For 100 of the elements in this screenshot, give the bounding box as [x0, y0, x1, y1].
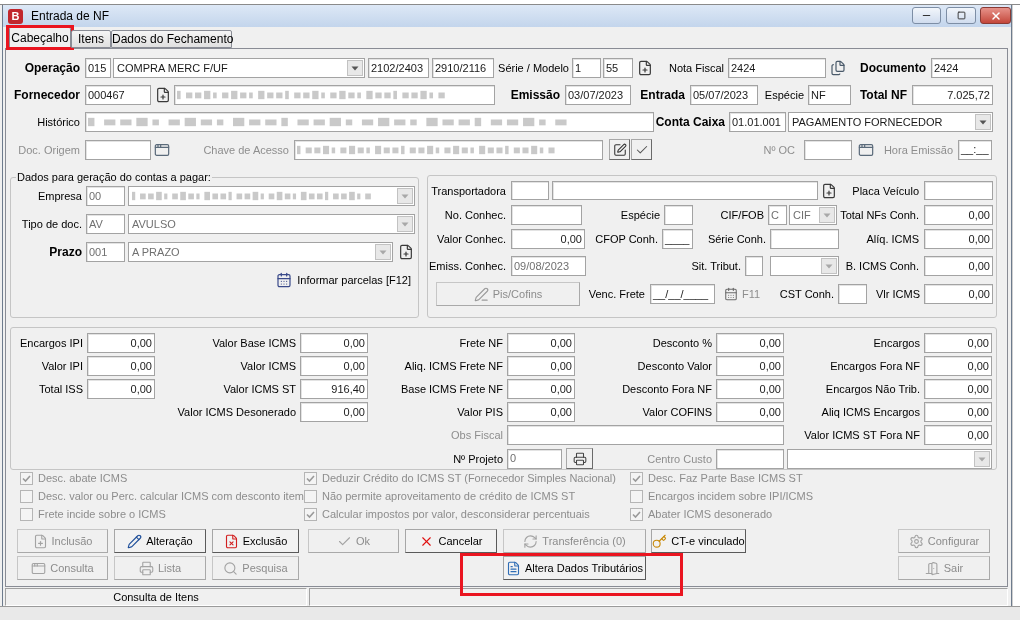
- input-field[interactable]: 05/07/2023: [690, 85, 758, 105]
- input-field[interactable]: [507, 425, 784, 445]
- calendar-icon[interactable]: [724, 287, 738, 301]
- form-button[interactable]: Altera Dados Tributários: [503, 556, 646, 580]
- input-field[interactable]: 0,00: [924, 256, 993, 276]
- input-field[interactable]: 2424: [728, 58, 826, 78]
- file-plus-icon[interactable]: [637, 60, 653, 76]
- input-field[interactable]: 2910/2116: [432, 58, 494, 78]
- input-field[interactable]: 000467: [85, 85, 151, 105]
- field-label: Total NF: [859, 88, 907, 102]
- file-plus-icon[interactable]: [155, 87, 171, 103]
- input-field[interactable]: 0,00: [716, 379, 784, 399]
- input-field[interactable]: 0,00: [87, 356, 155, 376]
- tab[interactable]: Itens: [71, 30, 111, 48]
- input-field[interactable]: 0,00: [924, 229, 993, 249]
- input-field[interactable]: 916,40: [300, 379, 368, 399]
- input-field[interactable]: 0,00: [87, 333, 155, 353]
- input-field[interactable]: [552, 181, 818, 200]
- input-field[interactable]: 0,00: [87, 379, 155, 399]
- field-label: Encargos Fora NF: [830, 359, 920, 373]
- confirm-button[interactable]: [631, 139, 652, 160]
- input-field[interactable]: 0,00: [924, 284, 993, 304]
- input-field[interactable]: [664, 205, 693, 225]
- field-label: Valor Base ICMS: [212, 336, 296, 350]
- input-field[interactable]: 2102/2403: [368, 58, 429, 78]
- input-field[interactable]: 0,00: [300, 333, 368, 353]
- dropdown-field[interactable]: COMPRA MERC F/UF: [113, 58, 365, 78]
- maximize-button[interactable]: [946, 7, 976, 24]
- input-field[interactable]: 0,00: [300, 356, 368, 376]
- input-field[interactable]: 0,00: [924, 205, 993, 225]
- input-field[interactable]: 0,00: [507, 379, 575, 399]
- input-field[interactable]: [511, 205, 582, 225]
- dropdown-field[interactable]: PAGAMENTO FORNECEDOR: [788, 112, 993, 132]
- input-field[interactable]: 0,00: [300, 402, 368, 422]
- maximize-icon: [956, 11, 966, 20]
- input-field[interactable]: [85, 139, 151, 160]
- input-field[interactable]: [804, 139, 852, 160]
- checkbox-label: Calcular impostos por valor, desconsiderar percentuais: [322, 506, 590, 522]
- dropdown-field[interactable]: [787, 448, 992, 469]
- window-icon[interactable]: [154, 141, 170, 158]
- input-field[interactable]: 0,00: [924, 402, 992, 422]
- input-field[interactable]: 0,00: [924, 356, 992, 376]
- files-icon[interactable]: [830, 60, 846, 76]
- input-field[interactable]: 1: [572, 58, 601, 78]
- input-field[interactable]: NF: [808, 85, 851, 105]
- field-label: Encargos IPI: [20, 336, 83, 350]
- form-button[interactable]: Alteração: [114, 529, 206, 553]
- input-field[interactable]: 01.01.001: [729, 112, 786, 132]
- minimize-button[interactable]: [912, 7, 941, 24]
- checkbox-label: Desc. valor ou Perc. calcular ICMS com desconto item: [38, 488, 304, 504]
- input-field[interactable]: [294, 139, 603, 160]
- window-icon[interactable]: [858, 141, 874, 158]
- input-field[interactable]: [174, 85, 495, 105]
- input-field[interactable]: [511, 181, 549, 200]
- input-field[interactable]: 0,00: [924, 379, 992, 399]
- input-field[interactable]: 2424: [931, 58, 992, 78]
- input-field[interactable]: 55: [603, 58, 633, 78]
- file-plus-icon[interactable]: [821, 182, 837, 199]
- input-field[interactable]: 0,00: [511, 229, 585, 249]
- input-field[interactable]: 0,00: [924, 425, 992, 445]
- input-field[interactable]: __/__/____: [650, 284, 715, 304]
- input-field[interactable]: 0,00: [924, 333, 992, 353]
- form-button[interactable]: CT-e vinculado: [651, 529, 746, 553]
- form-button[interactable]: Cancelar: [405, 529, 497, 553]
- input-field[interactable]: [924, 181, 993, 200]
- field-label: Espécie: [620, 208, 660, 222]
- input-field[interactable]: 7.025,72: [912, 85, 993, 105]
- checkbox-label: Encargos incidem sobre IPI/ICMS: [648, 488, 814, 504]
- status-panel: Consulta de Itens: [5, 588, 307, 606]
- input-field[interactable]: 015: [85, 58, 111, 78]
- field-label: Base ICMS Frete NF: [400, 382, 503, 396]
- input-field[interactable]: 0,00: [716, 402, 784, 422]
- input-field[interactable]: [838, 284, 867, 304]
- input-field[interactable]: 0,00: [716, 356, 784, 376]
- input-field[interactable]: 0,00: [716, 333, 784, 353]
- input-field[interactable]: 0,00: [507, 356, 575, 376]
- close-button[interactable]: [980, 7, 1011, 24]
- input-field[interactable]: 03/07/2023: [565, 85, 631, 105]
- installments-link[interactable]: Informar parcelas [F12]: [276, 272, 411, 289]
- printer-button[interactable]: [566, 448, 593, 469]
- input-field[interactable]: ____: [662, 229, 693, 249]
- edit-button[interactable]: [609, 139, 630, 160]
- field-label: Transportadora: [431, 183, 506, 198]
- field-label: Sit. Tribut.: [691, 259, 741, 273]
- field-label: Desconto Fora NF: [622, 382, 712, 396]
- input-field[interactable]: [770, 229, 839, 249]
- dropdown-field[interactable]: [128, 186, 415, 206]
- input-field[interactable]: [745, 256, 763, 276]
- file-plus-icon[interactable]: [398, 244, 414, 260]
- field-label: Chave de Acesso: [203, 142, 289, 157]
- input-field[interactable]: 0,00: [507, 333, 575, 353]
- input-field[interactable]: [716, 448, 784, 469]
- input-field[interactable]: 0,00: [507, 402, 575, 422]
- field-label: B. ICMS Conh.: [845, 259, 919, 273]
- group-title: Dados para geração do contas a pagar:: [16, 170, 212, 184]
- field-label: Valor Conhec.: [437, 232, 506, 246]
- form-button[interactable]: Exclusão: [212, 529, 299, 553]
- calendar-icon: [276, 272, 293, 289]
- tab[interactable]: Dados do Fechamento: [111, 30, 232, 48]
- input-field[interactable]: [85, 112, 654, 132]
